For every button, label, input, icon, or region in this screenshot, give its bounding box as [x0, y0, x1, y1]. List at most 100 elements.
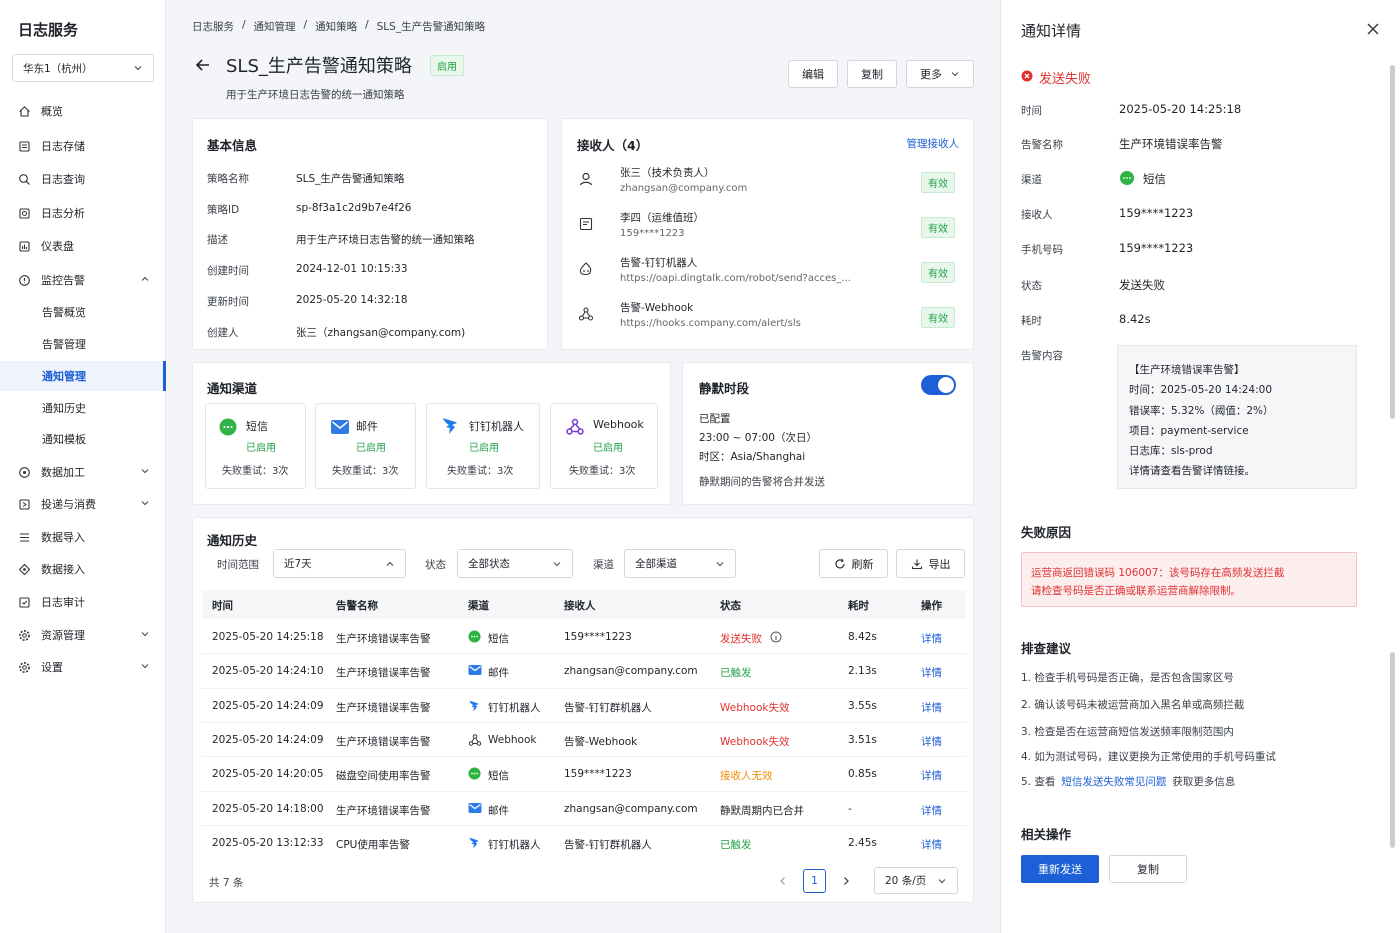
sidebar-item-process[interactable]: 数据加工: [0, 457, 166, 487]
faq-link[interactable]: 短信发送失败常见问题: [1061, 774, 1166, 789]
sidebar-item-alert-overview[interactable]: 告警概览: [0, 297, 166, 327]
phone-icon: [579, 217, 593, 231]
detail-field-value: 159****1223: [1119, 241, 1194, 255]
cell-cost: 2.45s: [848, 836, 877, 849]
resend-button[interactable]: 重新发送: [1021, 855, 1099, 883]
copy-detail-button[interactable]: 复制: [1109, 855, 1187, 883]
sidebar-item-alert[interactable]: 监控告警: [0, 265, 166, 295]
fail-line: 运营商返回错误码 106007：该号码存在高频发送拦截: [1031, 567, 1285, 579]
sidebar-item-label: 日志查询: [41, 173, 85, 186]
suggestion-item: 3. 检查是否在运营商短信发送频率限制范围内: [1021, 726, 1234, 738]
prev-page-icon[interactable]: [777, 875, 789, 887]
dingtalk-icon: [468, 699, 480, 713]
detail-link[interactable]: 详情: [921, 803, 942, 818]
sidebar-item-label: 数据接入: [41, 563, 85, 576]
sidebar-item-dashboard[interactable]: 仪表盘: [0, 231, 166, 261]
sidebar-item-query[interactable]: 日志查询: [0, 164, 166, 194]
channels-title: 通知渠道: [207, 381, 258, 396]
suggestion-item: 4. 如为测试号码，建议更换为正常使用的手机号码重试: [1021, 751, 1276, 763]
webhook-icon: [566, 418, 584, 435]
breadcrumb-item[interactable]: 日志服务: [192, 19, 234, 34]
scrollbar-thumb[interactable]: [1390, 652, 1395, 848]
detail-link[interactable]: 详情: [921, 837, 942, 852]
sidebar-item-label: 数据加工: [41, 466, 85, 479]
page-size-select[interactable]: 20 条/页: [874, 867, 958, 894]
sidebar-item-storage[interactable]: 日志存储: [0, 131, 166, 161]
channel-state: 已启用: [593, 443, 623, 454]
channel-card-webhook[interactable]: Webhook 已启用 失败重试：3次: [550, 403, 658, 489]
region-select[interactable]: 华东1（杭州）: [12, 54, 154, 82]
detail-field-value: 生产环境错误率告警: [1119, 137, 1223, 151]
channel-card-mail[interactable]: 邮件 已启用 失败重试：3次: [315, 403, 416, 489]
silence-title: 静默时段: [699, 381, 750, 396]
sms-icon: [219, 418, 237, 436]
chevron-down-icon: [938, 878, 946, 883]
sidebar-item-audit[interactable]: 日志审计: [0, 587, 166, 617]
channel-retry: 失败重试：3次: [569, 466, 636, 477]
cell-channel: 邮件: [488, 667, 509, 680]
breadcrumb-item[interactable]: 通知策略: [315, 19, 357, 34]
cell-cost: 0.85s: [848, 768, 877, 781]
detail-link[interactable]: 详情: [921, 631, 942, 646]
detail-link[interactable]: 详情: [921, 665, 942, 680]
channel-filter-select[interactable]: 全部渠道: [624, 549, 736, 578]
cell-time: 2025-05-20 14:24:09: [212, 699, 324, 712]
home-icon: [18, 105, 31, 118]
sidebar-item-deliver[interactable]: 投递与消费: [0, 489, 166, 519]
cell-cost: 3.55s: [848, 699, 877, 712]
more-button[interactable]: 更多: [906, 60, 974, 88]
detail-link[interactable]: 详情: [921, 734, 942, 749]
sidebar-item-label: 仪表盘: [41, 240, 74, 253]
cell-time: 2025-05-20 13:12:33: [212, 836, 324, 849]
sidebar-item-overview[interactable]: 概览: [0, 96, 166, 126]
cell-cost: -: [848, 802, 852, 815]
mail-icon: [468, 664, 482, 676]
detail-link[interactable]: 详情: [921, 700, 942, 715]
copy-button[interactable]: 复制: [847, 60, 897, 88]
cell-cost: 8.42s: [848, 631, 877, 643]
history-title: 通知历史: [207, 533, 258, 548]
info-icon[interactable]: [770, 631, 782, 643]
page-number-current[interactable]: 1: [803, 869, 826, 893]
receiver-name: 李四（运维值班）: [620, 212, 704, 224]
silence-configured: 已配置: [699, 413, 731, 425]
close-icon[interactable]: [1366, 22, 1380, 36]
manage-receivers-link[interactable]: 管理接收人: [907, 136, 960, 151]
sidebar-item-analysis[interactable]: 日志分析: [0, 198, 166, 228]
chevron-down-icon: [134, 66, 142, 71]
chevron-down-icon: [951, 72, 959, 77]
scrollbar-thumb[interactable]: [1390, 65, 1395, 419]
sidebar-item-notify-template[interactable]: 通知模板: [0, 424, 166, 454]
channel-state: 已启用: [246, 443, 276, 454]
sidebar-item-access[interactable]: 数据接入: [0, 554, 166, 584]
sidebar-item-notify-history[interactable]: 通知历史: [0, 393, 166, 423]
receiver-detail: https://hooks.company.com/alert/sls: [620, 318, 801, 329]
cell-status: Webhook失效: [720, 701, 790, 714]
edit-button[interactable]: 编辑: [788, 60, 838, 88]
detail-field-value: 2025-05-20 14:25:18: [1119, 102, 1242, 116]
next-page-icon[interactable]: [840, 875, 852, 887]
cell-status: 已触发: [720, 667, 752, 680]
detail-link[interactable]: 详情: [921, 768, 942, 783]
export-button[interactable]: 导出: [896, 549, 965, 578]
breadcrumb-item[interactable]: 通知管理: [254, 19, 296, 34]
back-arrow-icon[interactable]: [194, 56, 212, 74]
column-header: 告警名称: [336, 600, 378, 612]
sidebar-item-alert-manage[interactable]: 告警管理: [0, 329, 166, 359]
sidebar: 日志服务 华东1（杭州） 概览 日志存储 日志查询 日志分析 仪表盘 监控告警 …: [0, 0, 166, 933]
status-filter-select[interactable]: 全部状态: [457, 549, 573, 578]
sidebar-item-import[interactable]: 数据导入: [0, 522, 166, 552]
cell-receiver: 159****1223: [564, 631, 632, 643]
cell-time: 2025-05-20 14:25:18: [212, 631, 324, 643]
time-range-select[interactable]: 近7天: [273, 549, 406, 578]
sidebar-item-resource[interactable]: 资源管理: [0, 620, 166, 650]
silence-toggle[interactable]: [921, 375, 956, 395]
channel-card-sms[interactable]: 短信 已启用 失败重试：3次: [205, 403, 306, 489]
download-icon: [911, 559, 922, 569]
sidebar-item-settings[interactable]: 设置: [0, 652, 166, 682]
sidebar-item-notify-manage[interactable]: 通知管理: [0, 361, 166, 391]
channel-card-dingtalk[interactable]: 钉钉机器人 已启用 失败重试：3次: [426, 403, 540, 489]
cell-receiver: zhangsan@company.com: [564, 802, 698, 815]
breadcrumb-current: SLS_生产告警通知策略: [376, 21, 486, 33]
refresh-button[interactable]: 刷新: [819, 549, 888, 578]
